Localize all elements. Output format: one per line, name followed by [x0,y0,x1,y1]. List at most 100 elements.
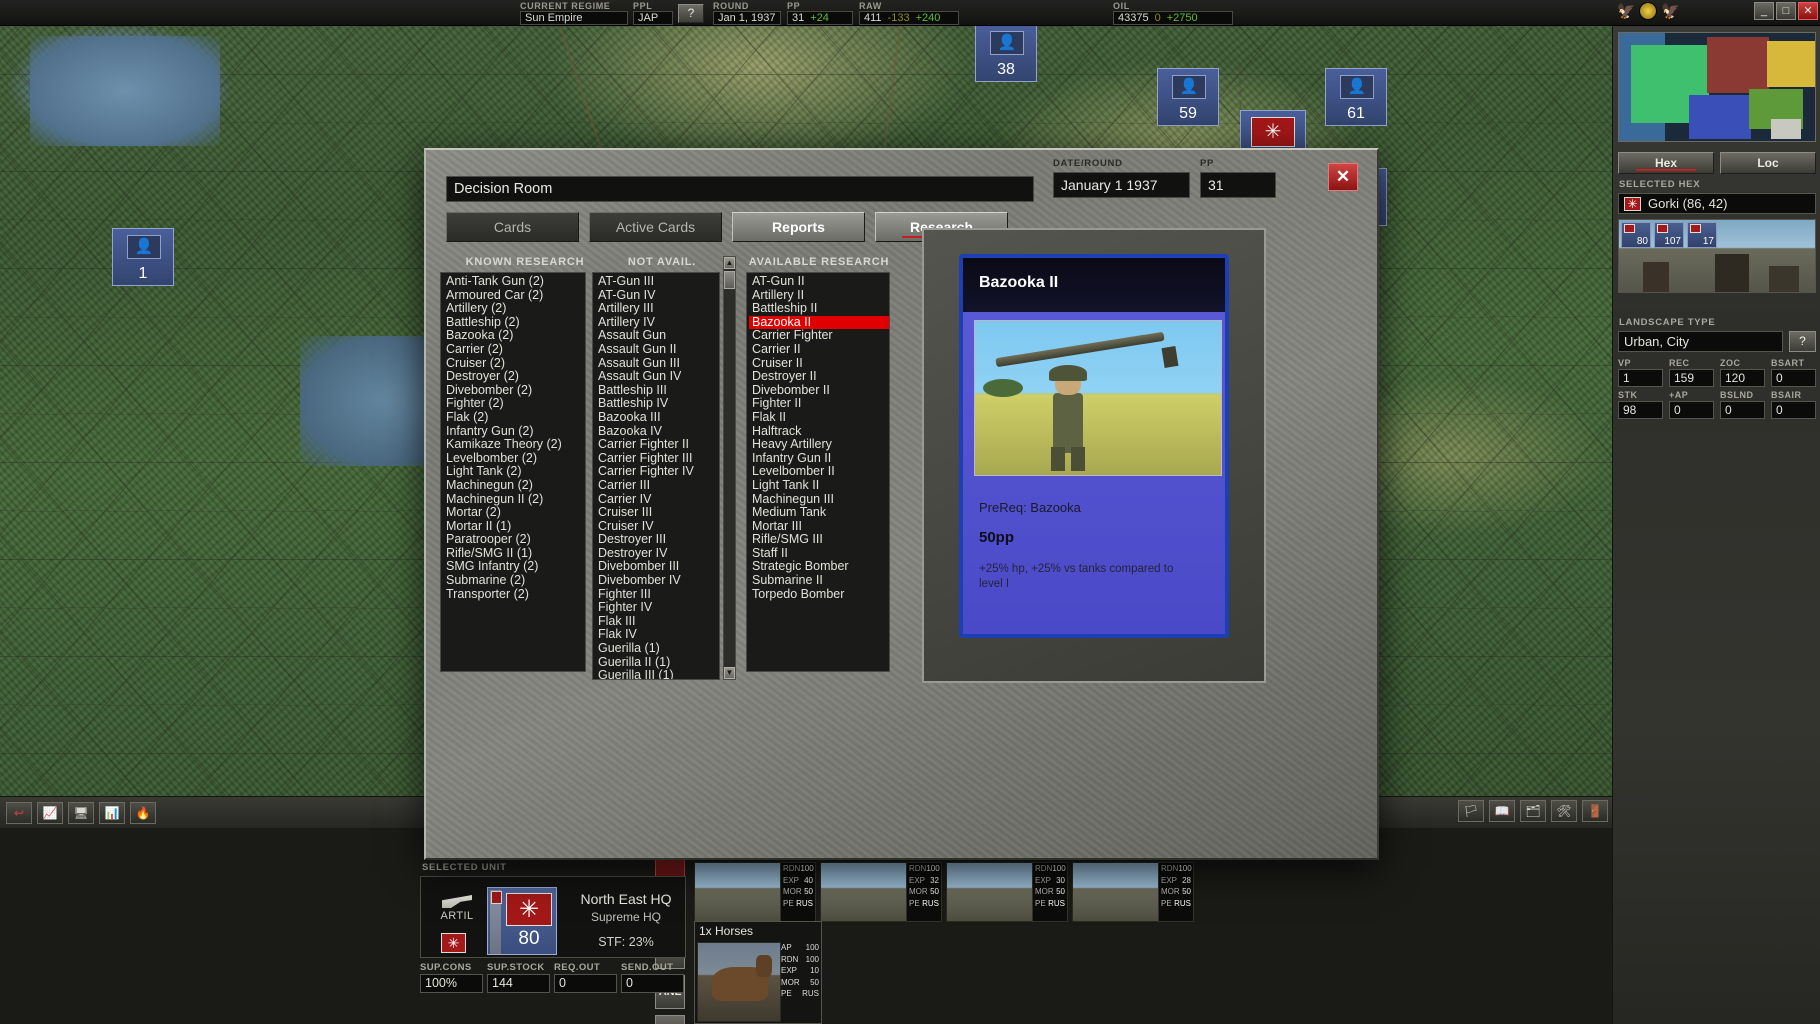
research-list-item[interactable]: Carrier IV [595,493,719,507]
ppl-value[interactable]: JAP [633,11,673,25]
research-list-item[interactable]: Flak (2) [443,411,585,425]
maximize-button[interactable]: □ [1776,2,1796,20]
research-list-item[interactable]: Levelbomber (2) [443,452,585,466]
research-list-item[interactable]: Destroyer II [749,370,889,384]
research-list-item[interactable]: Levelbomber II [749,465,889,479]
research-list-item[interactable]: Assault Gun [595,329,719,343]
research-list-item[interactable]: Rifle/SMG III [749,533,889,547]
research-list-item[interactable]: AT-Gun II [749,275,889,289]
research-list-item[interactable]: Artillery (2) [443,302,585,316]
research-list-item[interactable]: Divebomber (2) [443,384,585,398]
research-list-item[interactable]: Mortar III [749,520,889,534]
research-list-item[interactable]: AT-Gun III [595,275,719,289]
hex-unit-chip[interactable]: 17 [1687,222,1717,248]
unit-supply-value[interactable]: 144 [487,974,550,993]
hex-unit-chip[interactable]: 80 [1621,222,1651,248]
tab-cards[interactable]: Cards [446,212,579,242]
undo-icon[interactable]: ↩ [6,802,32,824]
research-list-item[interactable]: Paratrooper (2) [443,533,585,547]
round-value[interactable]: Jan 1, 1937 [713,11,781,25]
map-unit-counter[interactable]: 👤38 [975,24,1037,82]
research-list-item[interactable]: Submarine (2) [443,574,585,588]
not-avail-scrollbar[interactable]: ▲ ▼ [723,256,736,680]
research-list-item[interactable]: Flak III [595,615,719,629]
research-list-item[interactable]: Carrier II [749,343,889,357]
research-list-item[interactable]: Medium Tank [749,506,889,520]
research-list-item[interactable]: Battleship II [749,302,889,316]
research-list-item[interactable]: Heavy Artillery [749,438,889,452]
research-list-item[interactable]: Machinegun II (2) [443,493,585,507]
research-list-item[interactable]: Cruiser II [749,357,889,371]
scroll-down-arrow[interactable]: ▼ [724,667,735,679]
research-list-item[interactable]: Fighter III [595,588,719,602]
research-list-item[interactable]: Divebomber IV [595,574,719,588]
landscape-type-value[interactable]: Urban, City [1618,331,1783,352]
selected-hex-name[interactable]: Gorki (86, 42) [1618,193,1816,214]
research-list-item[interactable]: Kamikaze Theory (2) [443,438,585,452]
research-list-item[interactable]: Guerilla (1) [595,642,719,656]
flame-icon[interactable]: 🔥 [130,802,156,824]
research-list-item[interactable]: Cruiser (2) [443,357,585,371]
chart-icon[interactable]: 📈 [37,802,63,824]
research-list-item[interactable]: Artillery III [595,302,719,316]
research-list-item[interactable]: Cruiser III [595,506,719,520]
exit-icon[interactable]: 🚪 [1582,800,1608,822]
research-list-item[interactable]: Carrier Fighter III [595,452,719,466]
current-regime-value[interactable]: Sun Empire [520,11,628,25]
research-list-item[interactable]: Machinegun III [749,493,889,507]
pp-value-box[interactable]: 31 +24 [787,11,853,25]
research-list-item[interactable]: Carrier III [595,479,719,493]
not-avail-list[interactable]: AT-Gun IIIAT-Gun IVArtillery IIIArtiller… [592,272,720,680]
unit-card[interactable]: RDN100EXP28MOR50PERUS [1072,862,1194,922]
research-list-item[interactable]: AT-Gun IV [595,289,719,303]
research-list-item[interactable]: Machinegun (2) [443,479,585,493]
research-list-item[interactable]: Flak IV [595,628,719,642]
research-list-item[interactable]: Mortar (2) [443,506,585,520]
help-button[interactable]: ? [678,4,704,23]
research-list-item[interactable]: Battleship IV [595,397,719,411]
research-list-item[interactable]: Destroyer III [595,533,719,547]
research-list-item[interactable]: Infantry Gun II [749,452,889,466]
tab-reports[interactable]: Reports [732,212,865,242]
research-list-item[interactable]: Rifle/SMG II (1) [443,547,585,561]
research-list-item[interactable]: Assault Gun IV [595,370,719,384]
dialog-pp-value[interactable]: 31 [1200,172,1276,198]
flag-icon[interactable]: 🏳 [1458,800,1484,822]
unit-supply-value[interactable]: 0 [621,974,684,993]
research-list-item[interactable]: Mortar II (1) [443,520,585,534]
map-unit-counter[interactable]: 👤1 [112,228,174,286]
research-list-item[interactable]: Infantry Gun (2) [443,425,585,439]
scrollbar-thumb[interactable] [724,271,735,289]
research-list-item[interactable]: Artillery IV [595,316,719,330]
close-dialog-button[interactable]: ✕ [1328,163,1358,191]
scroll-up-arrow[interactable]: ▲ [724,257,735,269]
unit-supply-value[interactable]: 100% [420,974,483,993]
eagle-icon-2[interactable]: 🦅 [1661,2,1680,20]
research-list-item[interactable]: Flak II [749,411,889,425]
research-card[interactable]: Bazooka II PreReq: Bazooka [959,254,1229,638]
research-list-item[interactable]: Halftrack [749,425,889,439]
hex-mode-button[interactable]: Hex [1618,152,1714,174]
research-list-item[interactable]: Transporter (2) [443,588,585,602]
research-list-item[interactable]: Armoured Car (2) [443,289,585,303]
research-list-item[interactable]: Battleship (2) [443,316,585,330]
research-list-item[interactable]: Destroyer (2) [443,370,585,384]
research-list-item[interactable]: Divebomber III [595,560,719,574]
close-window-button[interactable]: ✕ [1798,2,1818,20]
book-icon[interactable]: 📖 [1489,800,1515,822]
map-unit-counter[interactable]: 👤61 [1325,68,1387,126]
research-list-item[interactable]: Battleship III [595,384,719,398]
research-list-item[interactable]: Carrier Fighter IV [595,465,719,479]
landscape-help-button[interactable]: ? [1789,331,1816,352]
unit-counter[interactable]: 80 [487,887,557,955]
research-list-item[interactable]: Carrier Fighter II [595,438,719,452]
oil-value-box[interactable]: 43375 0 +2750 [1113,11,1233,25]
minimize-button[interactable]: _ [1754,2,1774,20]
hex-unit-chip[interactable]: 107 [1654,222,1684,248]
unit-card[interactable]: RDN100EXP40MOR50PERUS [694,862,816,922]
map-unit-counter[interactable]: 👤59 [1157,68,1219,126]
date-round-value[interactable]: January 1 1937 [1053,172,1190,198]
bars-icon[interactable]: 📊 [99,802,125,824]
unit-card[interactable]: RDN100EXP30MOR50PERUS [946,862,1068,922]
research-list-item[interactable]: Light Tank II [749,479,889,493]
